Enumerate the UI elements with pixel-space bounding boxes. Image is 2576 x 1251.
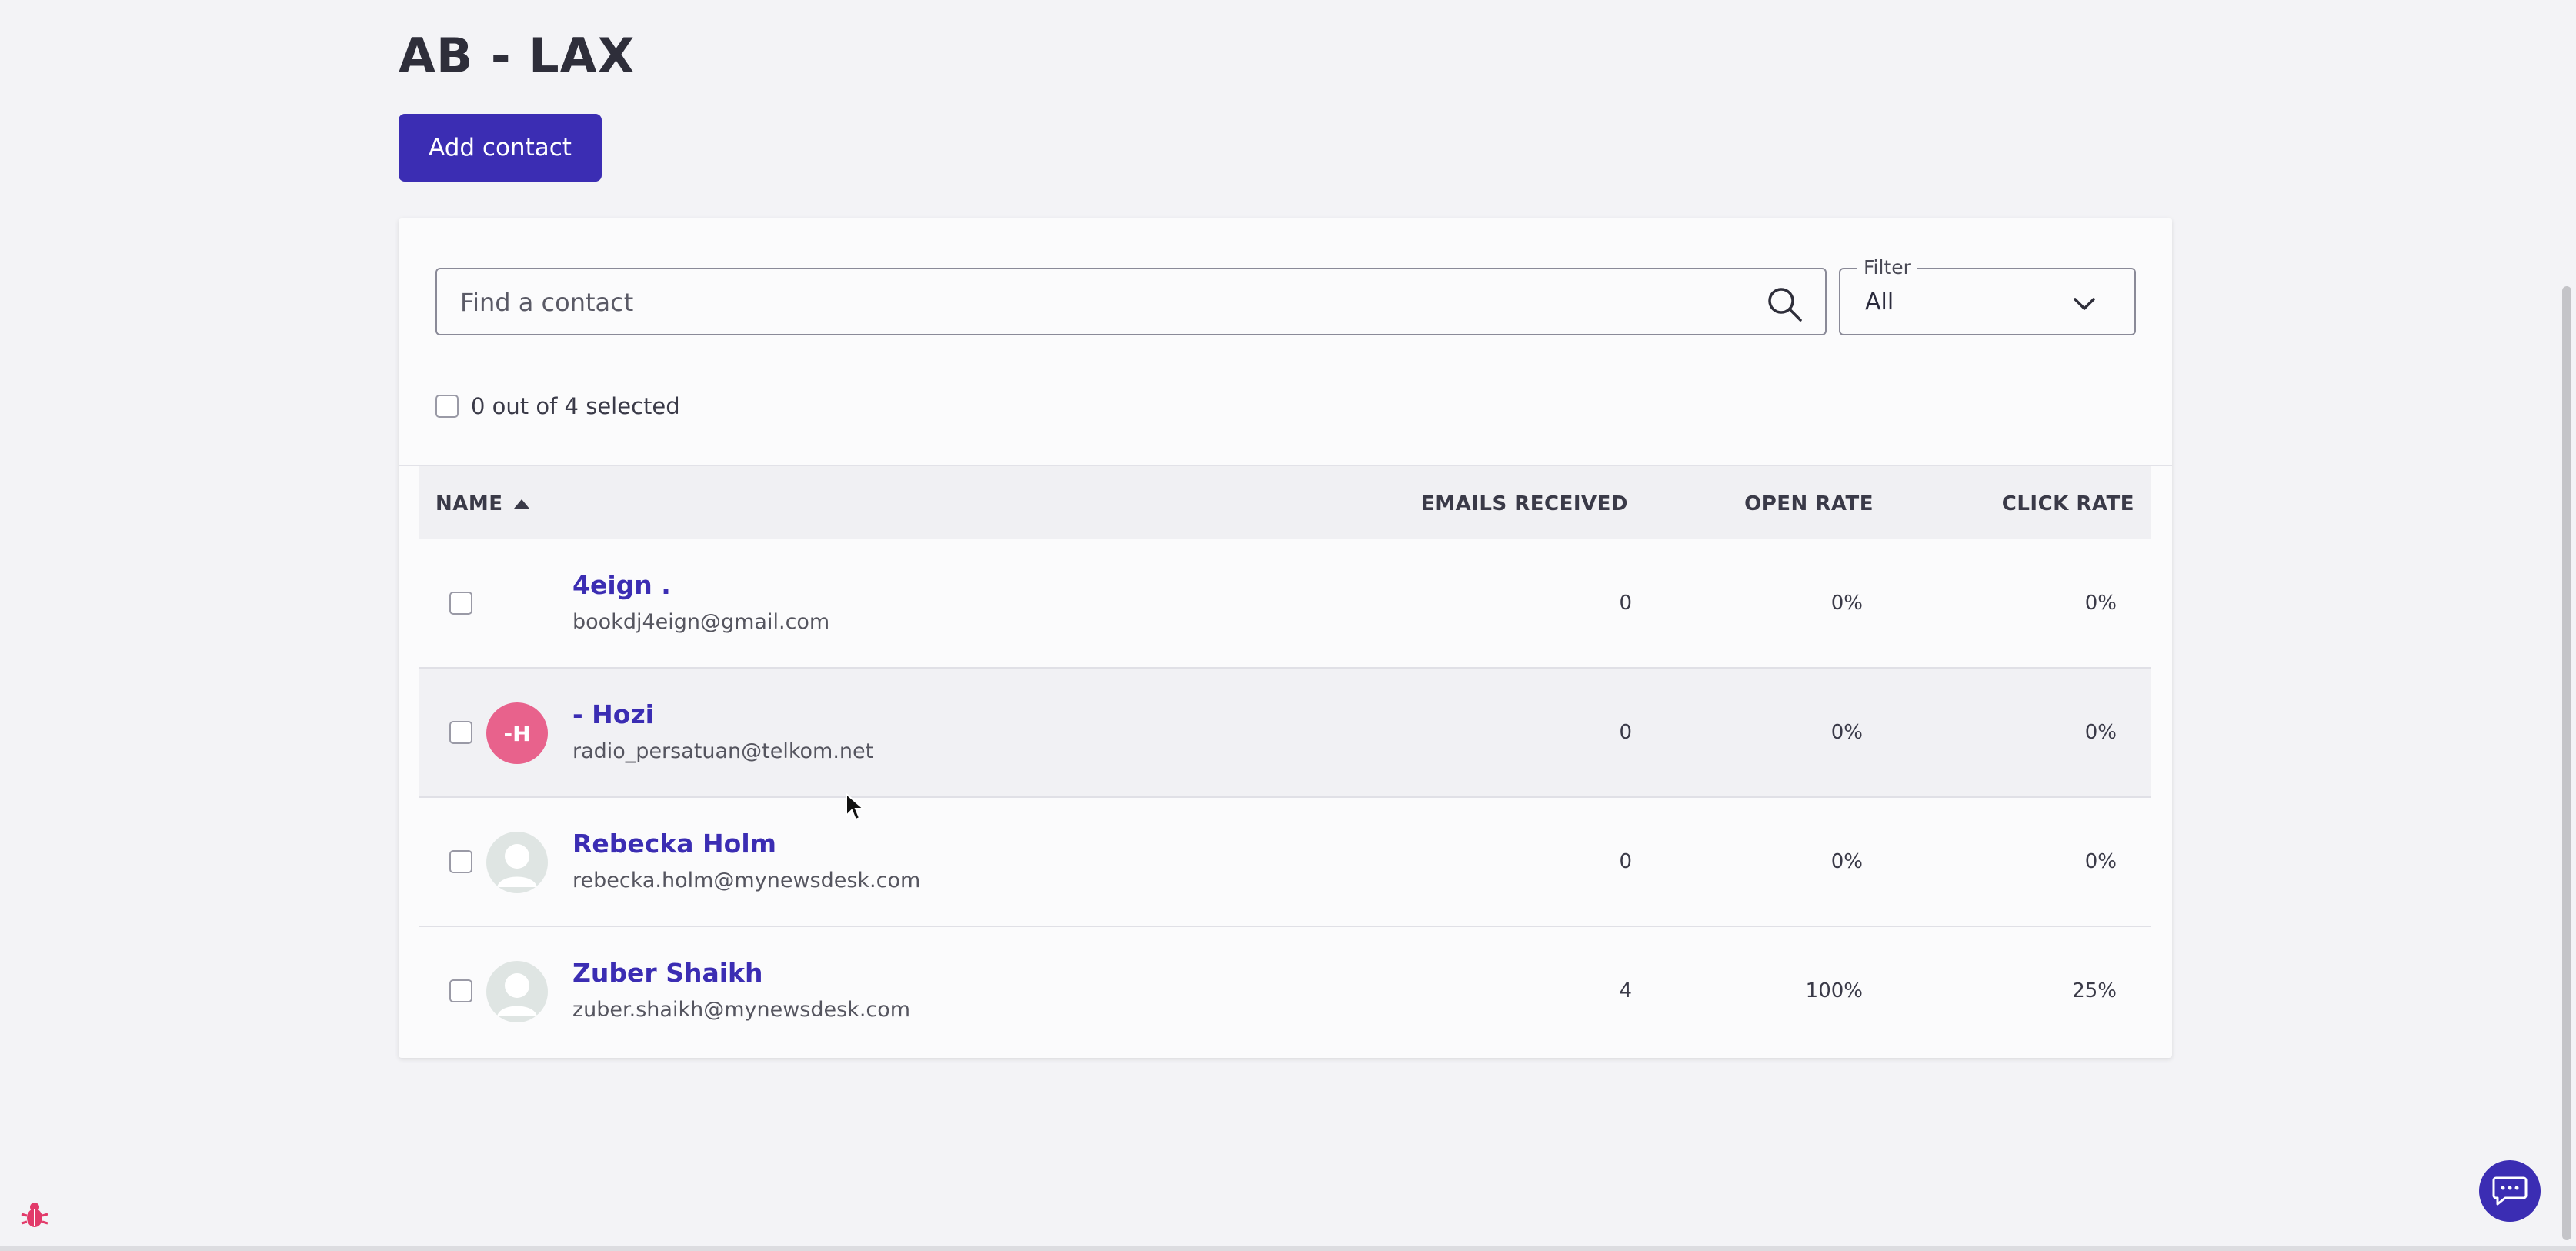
page-title: AB - LAX [399, 28, 636, 84]
table-header: NAME EMAILS RECEIVED OPEN RATE CLICK RAT… [419, 466, 2151, 539]
filter-value: All [1865, 289, 1894, 315]
emails-received: 0 [1619, 721, 1632, 744]
contact-email: zuber.shaikh@mynewsdesk.com [572, 998, 911, 1022]
sort-up-icon [513, 499, 529, 509]
bug-icon[interactable] [18, 1199, 51, 1231]
column-header-name[interactable]: NAME [435, 492, 531, 515]
mouse-cursor-icon [846, 792, 865, 821]
selection-count: 0 out of 4 selected [471, 393, 680, 419]
column-header-click-rate[interactable]: CLICK RATE [2002, 492, 2134, 515]
click-rate: 0% [2084, 592, 2117, 615]
row-checkbox[interactable] [449, 979, 472, 1002]
contact-email: bookdj4eign@gmail.com [572, 610, 830, 634]
select-all-checkbox[interactable] [435, 395, 459, 418]
person-icon [486, 961, 548, 1022]
filter-label: Filter [1857, 256, 1917, 279]
person-icon [486, 832, 548, 893]
emails-received: 0 [1619, 592, 1632, 615]
contact-email: rebecka.holm@mynewsdesk.com [572, 869, 921, 892]
bottom-border [0, 1246, 2576, 1251]
table-row[interactable]: -H - Hozi radio_persatuan@telkom.net 0 0… [419, 669, 2151, 798]
chat-icon[interactable] [2479, 1160, 2541, 1222]
chevron-down-icon [2074, 298, 2095, 310]
column-header-name-label: NAME [435, 492, 503, 515]
open-rate: 0% [1830, 850, 1863, 873]
search-input[interactable] [460, 285, 1730, 320]
select-all: 0 out of 4 selected [435, 393, 680, 419]
contact-name[interactable]: - Hozi [572, 699, 654, 729]
avatar: -H [486, 702, 548, 764]
scrollbar[interactable] [2562, 286, 2571, 1240]
column-header-open-rate[interactable]: OPEN RATE [1744, 492, 1874, 515]
table-row[interactable]: Zuber Shaikh zuber.shaikh@mynewsdesk.com… [419, 927, 2151, 1056]
contacts-card: Filter All 0 out of 4 selected NAME EMAI… [399, 218, 2172, 1058]
contact-name[interactable]: Zuber Shaikh [572, 958, 762, 988]
open-rate: 0% [1830, 721, 1863, 744]
click-rate: 0% [2084, 850, 2117, 873]
emails-received: 0 [1619, 850, 1632, 873]
filter-select[interactable]: Filter All [1839, 256, 2136, 335]
open-rate: 100% [1805, 979, 1863, 1002]
contact-name[interactable]: Rebecka Holm [572, 829, 776, 859]
click-rate: 25% [2072, 979, 2117, 1002]
row-checkbox[interactable] [449, 592, 472, 615]
chat-bubble-icon [2492, 1176, 2528, 1206]
table-row[interactable]: 4eign . bookdj4eign@gmail.com 0 0% 0% [419, 539, 2151, 669]
search-box [435, 268, 1827, 335]
row-checkbox[interactable] [449, 850, 472, 873]
table-row[interactable]: Rebecka Holm rebecka.holm@mynewsdesk.com… [419, 798, 2151, 927]
search-icon[interactable] [1765, 285, 1804, 323]
contact-name[interactable]: 4eign . [572, 570, 671, 600]
column-header-emails[interactable]: EMAILS RECEIVED [1421, 492, 1628, 515]
click-rate: 0% [2084, 721, 2117, 744]
contact-email: radio_persatuan@telkom.net [572, 739, 874, 763]
add-contact-button[interactable]: Add contact [399, 114, 602, 182]
emails-received: 4 [1619, 979, 1632, 1002]
open-rate: 0% [1830, 592, 1863, 615]
row-checkbox[interactable] [449, 721, 472, 744]
